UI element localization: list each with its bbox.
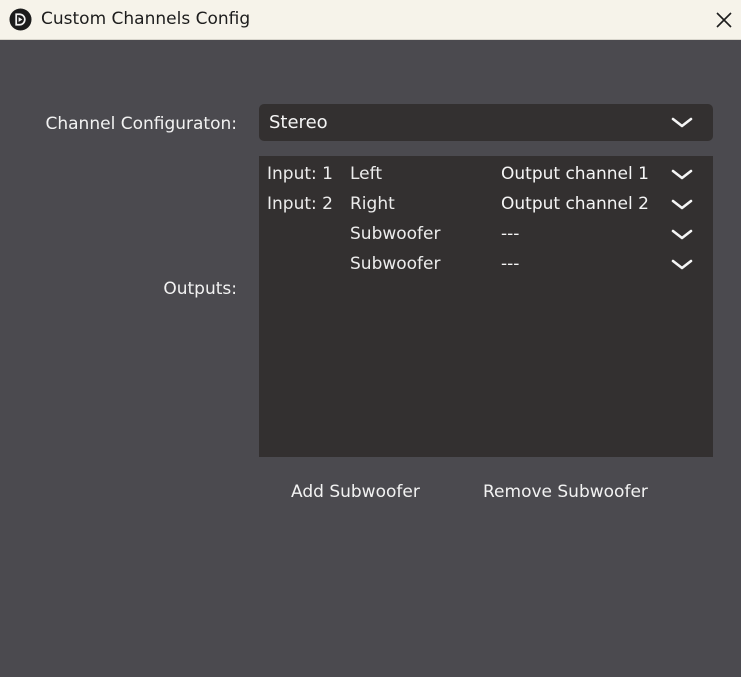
title-bar: Custom Channels Config — [0, 0, 741, 40]
chevron-down-icon — [671, 169, 693, 180]
output-row: Subwoofer --- — [259, 248, 713, 278]
channel-configuration-value: Stereo — [269, 112, 328, 133]
output-channel-value: Output channel 1 — [501, 164, 649, 184]
channel-label: Subwoofer — [350, 224, 441, 244]
chevron-down-icon — [671, 117, 693, 128]
channel-configuration-dropdown[interactable]: Stereo — [259, 104, 713, 141]
add-subwoofer-button[interactable]: Add Subwoofer — [291, 480, 420, 504]
output-channel-value: Output channel 2 — [501, 194, 649, 214]
chevron-down-icon — [671, 229, 693, 240]
channel-label: Subwoofer — [350, 254, 441, 274]
channel-label: Right — [350, 194, 395, 214]
close-icon[interactable] — [710, 6, 738, 34]
output-row: Input: 2 Right Output channel 2 — [259, 188, 713, 218]
output-row: Subwoofer --- — [259, 218, 713, 248]
output-channel-value: --- — [501, 254, 520, 274]
output-channel-value: --- — [501, 224, 520, 244]
chevron-down-icon — [671, 259, 693, 270]
output-channel-dropdown[interactable]: Output channel 1 — [496, 158, 706, 188]
remove-subwoofer-button[interactable]: Remove Subwoofer — [483, 480, 648, 504]
outputs-label: Outputs: — [163, 279, 237, 299]
window-title: Custom Channels Config — [41, 9, 251, 29]
output-row: Input: 1 Left Output channel 1 — [259, 158, 713, 188]
input-label: Input: 1 — [267, 164, 333, 184]
chevron-down-icon — [671, 199, 693, 210]
output-channel-dropdown[interactable]: Output channel 2 — [496, 188, 706, 218]
output-channel-dropdown[interactable]: --- — [496, 218, 706, 248]
audio-app-logo-icon — [9, 8, 32, 31]
channel-configuration-label: Channel Configuraton: — [45, 114, 238, 134]
output-channel-dropdown[interactable]: --- — [496, 248, 706, 278]
outputs-panel: Input: 1 Left Output channel 1 Input: 2 … — [259, 156, 713, 457]
input-label: Input: 2 — [267, 194, 333, 214]
channel-label: Left — [350, 164, 382, 184]
